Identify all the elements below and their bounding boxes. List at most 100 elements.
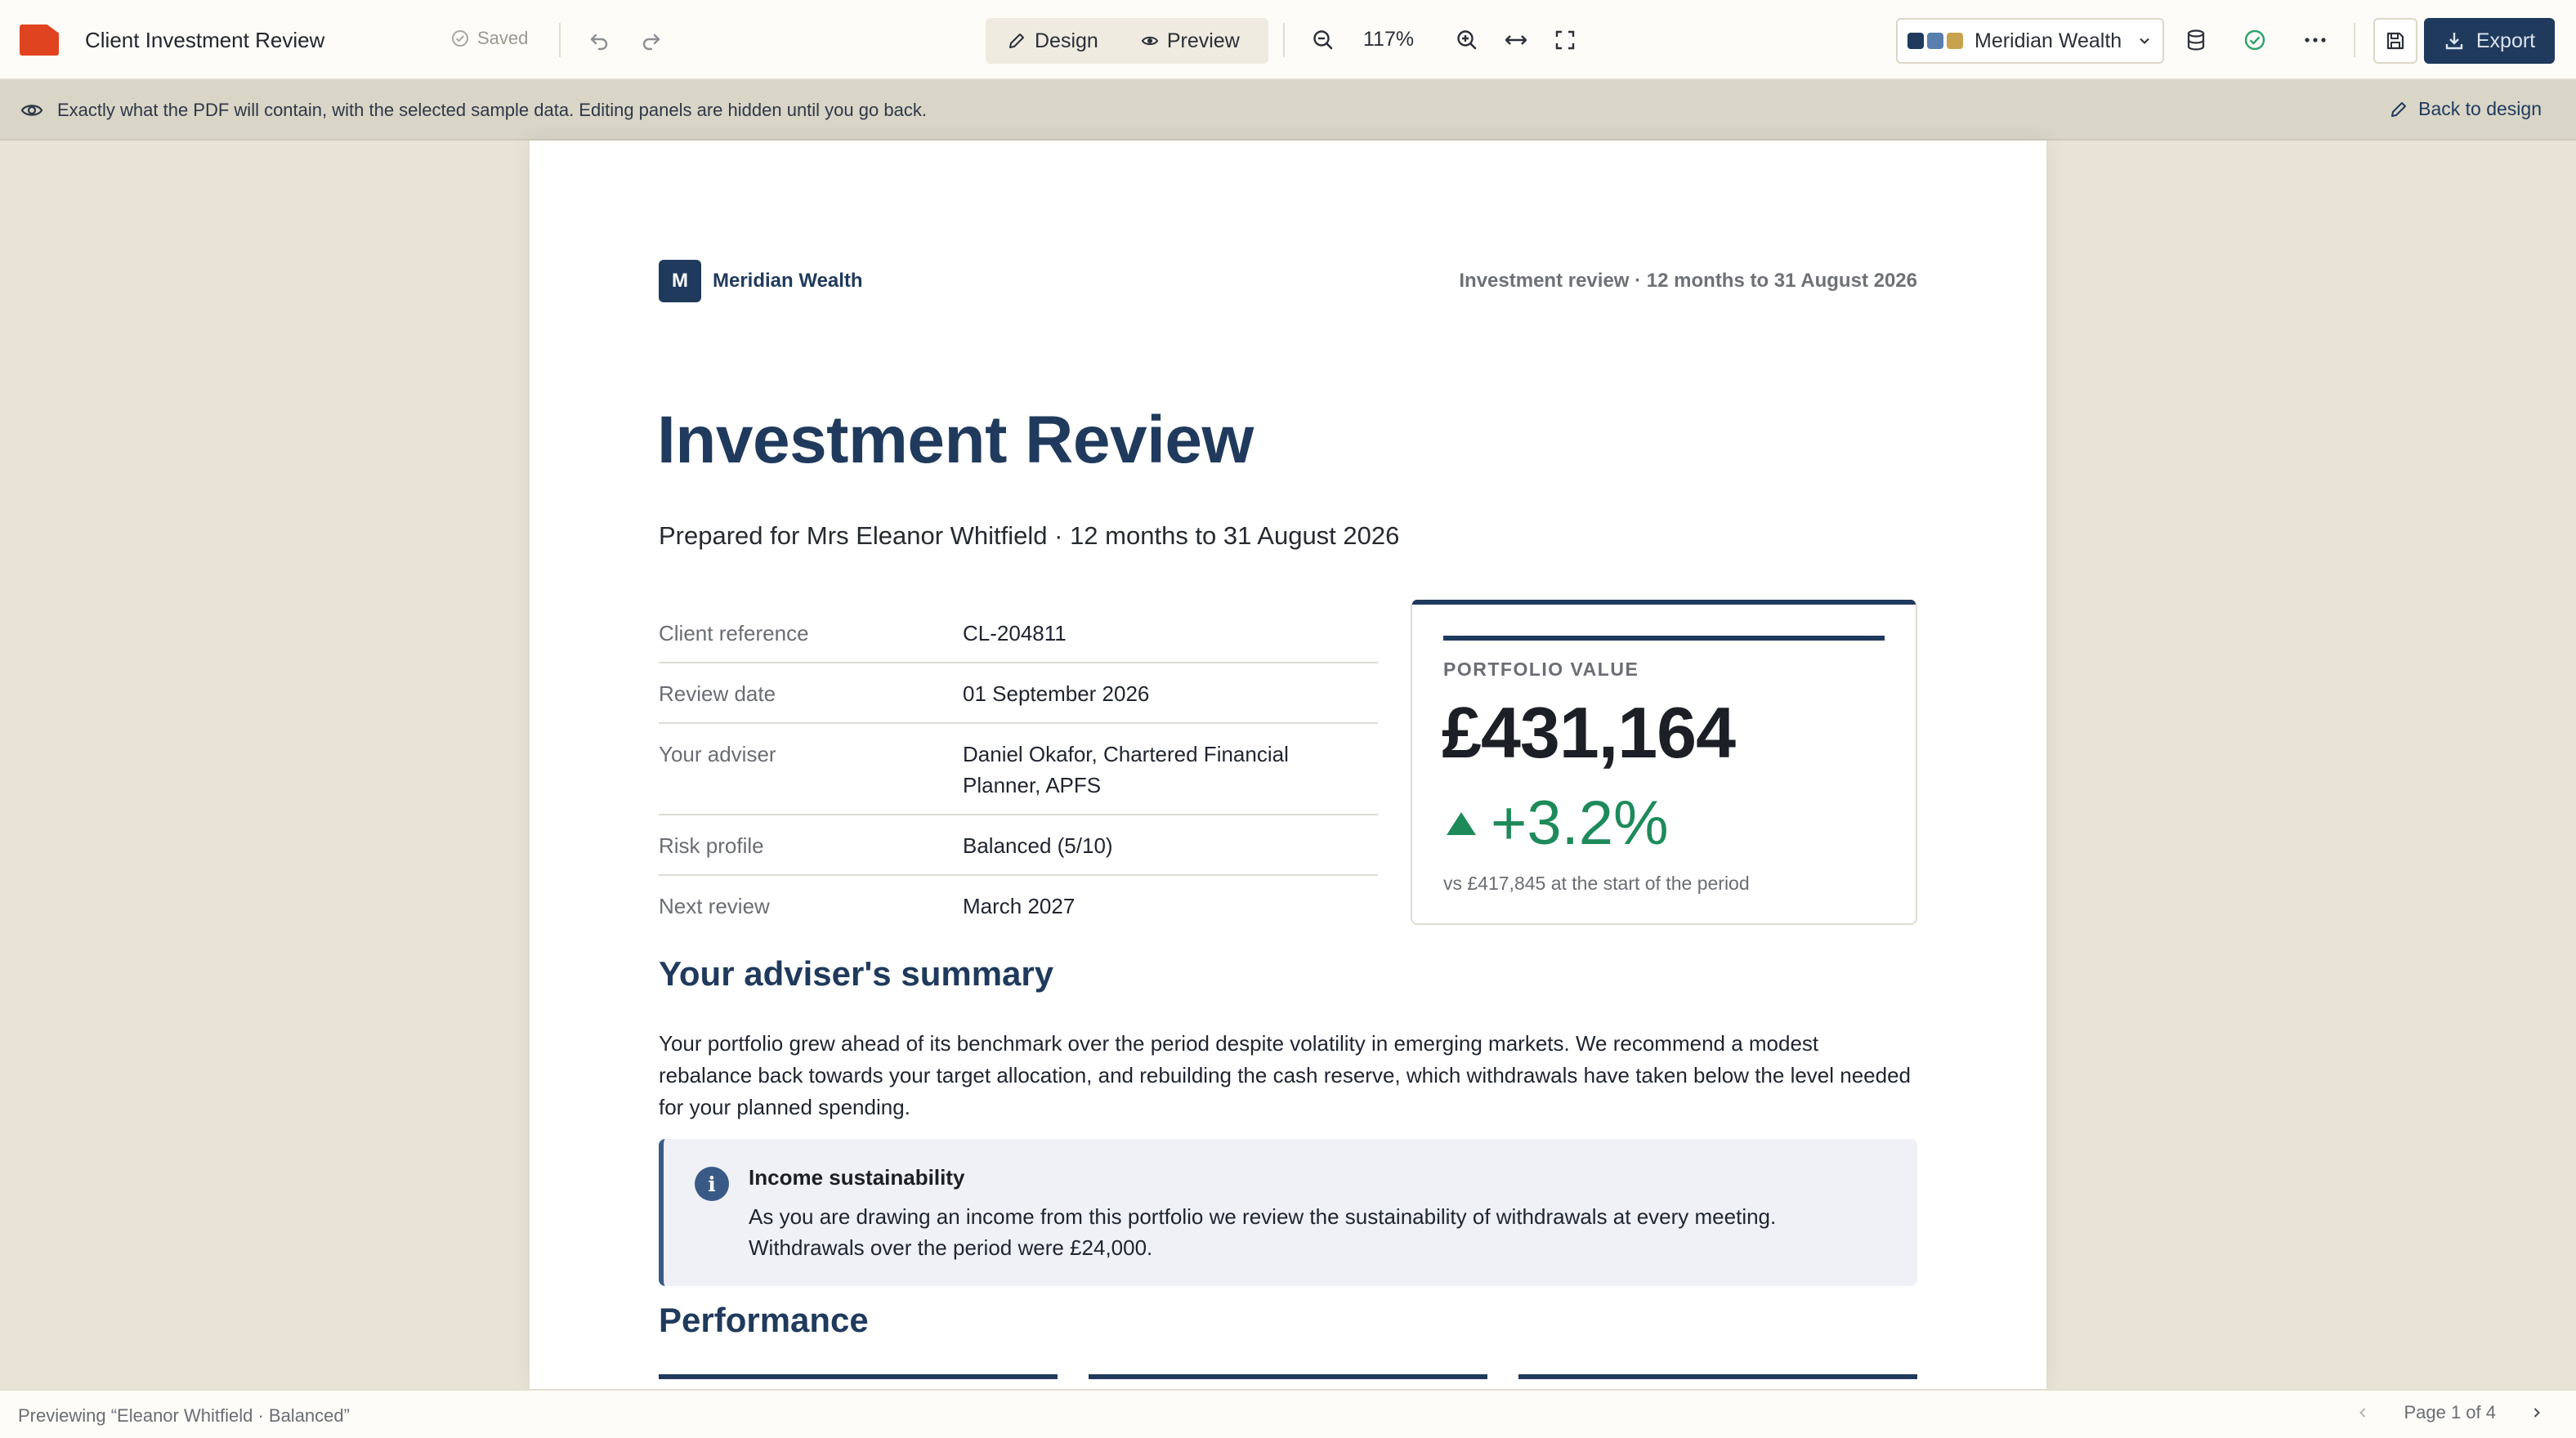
portfolio-change-note: vs £417,845 at the start of the period	[1443, 873, 1750, 894]
ellipsis-icon	[2304, 36, 2327, 44]
database-icon	[2185, 28, 2207, 52]
brand-select[interactable]: Meridian Wealth	[1896, 18, 2164, 64]
preview-banner-text: Exactly what the PDF will contain, with …	[57, 100, 927, 120]
save-button[interactable]	[2373, 18, 2417, 64]
next-page-button[interactable]	[2529, 1405, 2545, 1421]
previous-page-button[interactable]	[2355, 1405, 2371, 1421]
redo-button[interactable]	[633, 21, 670, 59]
document-title[interactable]: Client Investment Review	[85, 28, 324, 53]
preview-mode-button[interactable]: Preview	[1120, 18, 1261, 64]
client-facts-table: Client reference CL-204811 Review date 0…	[659, 603, 1378, 935]
eye-icon	[1141, 32, 1159, 50]
document-title: Investment Review	[657, 403, 1254, 477]
back-to-design-link[interactable]: Back to design	[2389, 98, 2542, 120]
summary-heading: Your adviser's summary	[659, 954, 1054, 993]
fact-row: Review date 01 September 2026	[659, 663, 1378, 724]
fact-value: March 2027	[963, 894, 1076, 918]
preview-banner: Exactly what the PDF will contain, with …	[0, 80, 2576, 141]
document-subtitle: Prepared for Mrs Eleanor Whitfield · 12 …	[659, 521, 1400, 550]
download-icon	[2444, 30, 2465, 51]
preview-mode-label: Preview	[1166, 29, 1240, 52]
fact-value: 01 September 2026	[963, 681, 1150, 706]
brand-swatch	[1947, 33, 1963, 49]
chevron-down-icon	[2136, 33, 2153, 49]
brand-swatch	[1927, 33, 1943, 49]
fact-value: Daniel Okafor, Chartered Financial Plann…	[963, 742, 1289, 797]
portfolio-value: £431,164	[1442, 692, 1736, 773]
fact-value: CL-204811	[963, 621, 1067, 645]
document-header-period: Investment review · 12 months to 31 Augu…	[1459, 270, 1917, 292]
fullscreen-button[interactable]	[1546, 21, 1584, 59]
brand-swatch	[1907, 33, 1924, 49]
check-circle-icon	[2243, 29, 2266, 51]
fit-width-button[interactable]	[1497, 21, 1535, 59]
page-indicator: Page 1 of 4	[2404, 1402, 2496, 1422]
summary-text: Your portfolio grew ahead of its benchma…	[659, 1031, 1912, 1119]
fact-row: Your adviser Daniel Okafor, Chartered Fi…	[659, 724, 1378, 815]
mode-toggle: Design Preview	[986, 18, 1268, 64]
brand-select-label: Meridian Wealth	[1974, 29, 2122, 52]
save-status-label: Saved	[477, 28, 529, 48]
fact-row: Next review March 2027	[659, 876, 1378, 935]
brand-name: Meridian Wealth	[713, 270, 863, 292]
zoom-in-button[interactable]	[1448, 21, 1486, 59]
zoom-out-button[interactable]	[1304, 21, 1342, 59]
performance-card-rule	[1518, 1374, 1917, 1379]
portfolio-value-card: PORTFOLIO VALUE £431,164 +3.2% vs £417,8…	[1411, 600, 1917, 925]
triangle-up-icon	[1443, 809, 1479, 838]
check-circle-icon	[451, 29, 469, 47]
undo-icon	[588, 29, 610, 51]
page-navigation: Page 1 of 4	[2355, 1402, 2545, 1423]
zoom-in-icon	[1455, 28, 1479, 52]
brand-logo-mark: M	[659, 260, 701, 302]
arrows-horizontal-icon	[1503, 28, 1529, 52]
eye-icon	[20, 98, 44, 123]
pencil-icon	[2389, 100, 2408, 119]
status-bar: Previewing “Eleanor Whitfield · Balanced…	[0, 1389, 2576, 1438]
callout-title: Income sustainability	[749, 1165, 965, 1190]
pencil-icon	[1007, 31, 1026, 51]
back-to-design-label: Back to design	[2418, 98, 2542, 119]
more-options-button[interactable]	[2296, 21, 2334, 59]
callout-body: As you are drawing an income from this p…	[749, 1204, 1777, 1260]
toolbar-divider	[1283, 23, 1285, 57]
portfolio-change: +3.2%	[1443, 788, 1669, 859]
income-callout: i Income sustainability As you are drawi…	[659, 1139, 1917, 1286]
export-label: Export	[2475, 29, 2536, 52]
fact-label: Risk profile	[659, 833, 764, 858]
performance-card-rule	[659, 1374, 1058, 1379]
fact-label: Next review	[659, 894, 770, 918]
portfolio-change-value: +3.2%	[1491, 788, 1669, 858]
validation-status-button[interactable]	[2236, 21, 2274, 59]
save-status: Saved	[451, 28, 528, 49]
data-source-button[interactable]	[2177, 21, 2215, 59]
brand-swatches	[1907, 33, 1963, 49]
card-accent-rule	[1443, 636, 1885, 641]
export-button[interactable]: Export	[2424, 18, 2555, 64]
document-page: M Meridian Wealth Investment review · 12…	[530, 141, 2046, 1389]
design-mode-label: Design	[1035, 29, 1098, 52]
fact-label: Review date	[659, 681, 776, 706]
fact-label: Client reference	[659, 621, 809, 645]
zoom-level[interactable]: 117%	[1363, 28, 1414, 51]
floppy-disk-icon	[2385, 30, 2406, 51]
performance-card-rule	[1089, 1374, 1487, 1379]
performance-cards-top	[659, 1374, 1917, 1389]
info-icon: i	[695, 1167, 729, 1201]
preview-sample-label: Previewing “Eleanor Whitfield · Balanced…	[18, 1405, 350, 1426]
chevron-right-icon	[2534, 1408, 2540, 1418]
redo-icon	[640, 29, 663, 51]
performance-heading: Performance	[659, 1301, 869, 1339]
toolbar-divider	[559, 23, 561, 57]
fact-row: Client reference CL-204811	[659, 603, 1378, 663]
fact-label: Your adviser	[659, 742, 776, 766]
top-toolbar: Client Investment Review Saved Design Pr…	[0, 0, 2576, 80]
undo-button[interactable]	[580, 21, 618, 59]
toolbar-divider	[2354, 23, 2355, 57]
app-logo-icon	[20, 25, 59, 56]
fullscreen-icon	[1554, 29, 1576, 51]
design-mode-button[interactable]: Design	[986, 18, 1120, 64]
chevron-left-icon	[2359, 1408, 2366, 1418]
zoom-out-icon	[1311, 28, 1335, 52]
fact-value: Balanced (5/10)	[963, 833, 1113, 858]
